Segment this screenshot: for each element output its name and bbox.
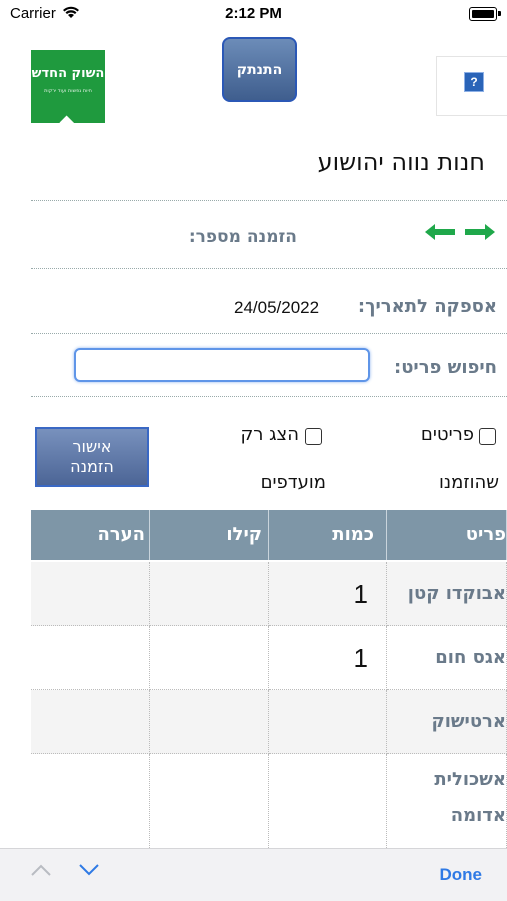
- quantity-field[interactable]: 1: [269, 626, 387, 690]
- kilo-field[interactable]: [150, 562, 269, 626]
- note-field[interactable]: [31, 562, 150, 626]
- ordered-items-checkbox[interactable]: [479, 428, 496, 445]
- table-row[interactable]: אגס חום 1: [31, 626, 507, 690]
- divider: [31, 333, 507, 334]
- kilo-field[interactable]: [150, 690, 269, 754]
- status-bar: Carrier 2:12 PM: [0, 0, 507, 28]
- logo-notch: [59, 115, 77, 133]
- delivery-date-label: אספקה לתאריך:: [357, 296, 497, 317]
- quantity-field[interactable]: [269, 754, 387, 848]
- column-header-note: הערה: [31, 510, 150, 560]
- approve-order-button[interactable]: אישור הזמנה: [35, 427, 149, 487]
- logo-title: השוק החדש: [31, 66, 105, 81]
- kilo-field[interactable]: [150, 626, 269, 690]
- item-name: ארטישוק: [387, 690, 507, 754]
- app-logo: השוק החדש חיות נפשות ועוד ירקות: [31, 50, 105, 133]
- note-field[interactable]: [31, 754, 150, 848]
- store-name: חנות נווה יהושוע: [317, 148, 485, 176]
- column-header-quantity: כמות: [269, 510, 387, 560]
- logo-subtitle: חיות נפשות ועוד ירקות: [44, 88, 92, 94]
- approve-order-label-line2: הזמנה: [70, 457, 114, 476]
- delivery-date-value: 24/05/2022: [234, 298, 320, 317]
- item-name-line1: אשכולית: [434, 769, 506, 790]
- note-field[interactable]: [31, 626, 150, 690]
- quantity-field[interactable]: [269, 690, 387, 754]
- keyboard-toolbar: Done: [0, 848, 507, 901]
- item-name: אבוקדו קטן: [387, 562, 507, 626]
- battery-icon: [469, 7, 497, 21]
- favorites-only-label: הצג רק: [240, 424, 299, 445]
- table-row[interactable]: אבוקדו קטן 1: [31, 562, 507, 626]
- ordered-items-label-line2: שהוזמנו: [439, 472, 499, 493]
- item-name: אגס חום: [387, 626, 507, 690]
- chevron-up-icon[interactable]: [30, 863, 52, 882]
- item-name-line2: אדומה: [450, 805, 506, 826]
- divider: [31, 268, 507, 269]
- favorites-only-label-line2: מועדפים: [260, 472, 326, 493]
- divider: [31, 396, 507, 397]
- table-row[interactable]: ארטישוק: [31, 690, 507, 754]
- ordered-items-label: פריטים: [420, 424, 474, 445]
- column-header-kilo: קילו: [150, 510, 269, 560]
- quantity-field[interactable]: 1: [269, 562, 387, 626]
- table-row[interactable]: אשכולית אדומה: [31, 754, 507, 848]
- note-field[interactable]: [31, 690, 150, 754]
- approve-order-label-line1: אישור: [72, 437, 112, 456]
- help-icon: ?: [464, 72, 484, 92]
- favorites-only-checkbox[interactable]: [305, 428, 322, 445]
- done-button[interactable]: Done: [440, 865, 483, 885]
- nav-arrows-icon[interactable]: [425, 223, 495, 241]
- battery-tip: [498, 11, 501, 16]
- order-number-label: הזמנה מספר:: [188, 227, 297, 247]
- chevron-down-icon[interactable]: [78, 863, 100, 882]
- kilo-field[interactable]: [150, 754, 269, 848]
- search-input[interactable]: [74, 348, 370, 382]
- item-name: אשכולית אדומה: [387, 754, 507, 848]
- search-label: חיפוש פריט:: [394, 357, 497, 378]
- help-button[interactable]: ?: [436, 56, 507, 116]
- column-header-item: פריט: [387, 510, 507, 560]
- clock-time: 2:12 PM: [225, 5, 282, 22]
- logout-button[interactable]: התנתק: [222, 37, 297, 102]
- divider: [31, 200, 507, 201]
